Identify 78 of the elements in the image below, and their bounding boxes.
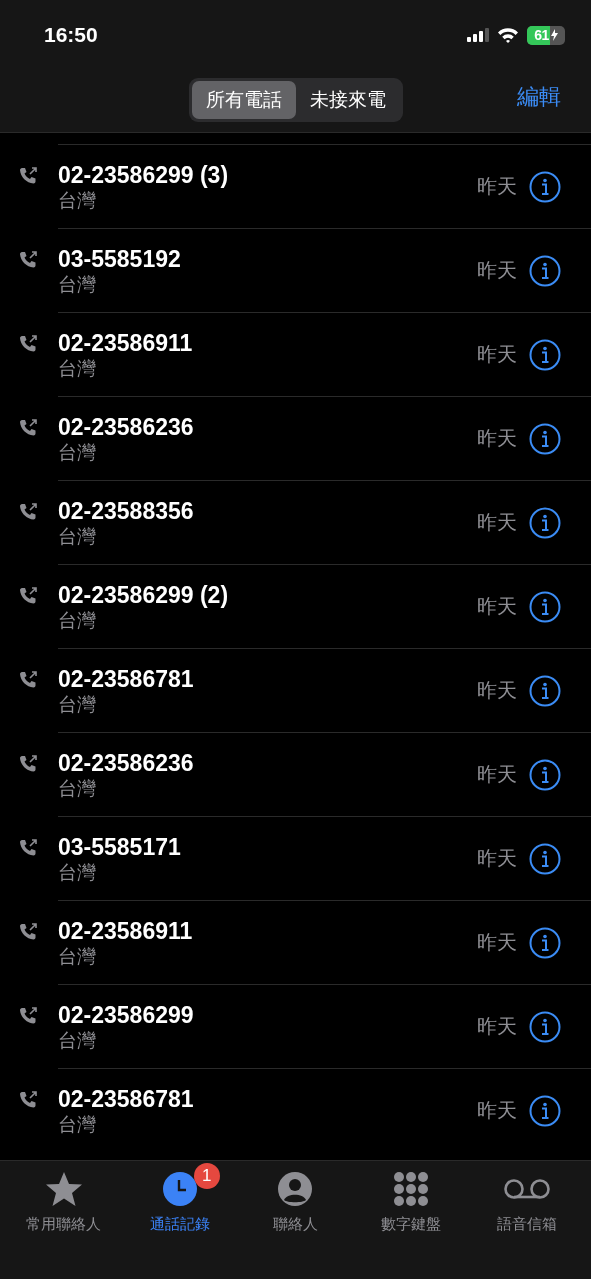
outgoing-call-icon: [18, 334, 38, 354]
outgoing-call-icon: [18, 502, 38, 522]
outgoing-call-icon: [18, 1006, 38, 1026]
call-date: 昨天: [477, 426, 517, 451]
tab-bar-item[interactable]: 聯絡人: [237, 1161, 354, 1241]
call-date: 昨天: [477, 1098, 517, 1123]
badge: 1: [193, 1163, 220, 1189]
call-date: 昨天: [477, 174, 517, 199]
tab-bar-item[interactable]: 數字鍵盤: [353, 1161, 470, 1241]
outgoing-call-icon: [18, 922, 38, 942]
tab-bar-item[interactable]: 常用聯絡人: [6, 1161, 122, 1241]
star-icon: [44, 1171, 83, 1207]
outgoing-call-icon: [18, 166, 38, 186]
call-location: 台灣: [58, 440, 97, 465]
call-location: 台灣: [58, 944, 97, 969]
outgoing-call-icon: [18, 586, 38, 606]
call-location: 台灣: [58, 776, 97, 801]
call-date: 昨天: [477, 510, 517, 535]
call-location: 台灣: [58, 356, 97, 381]
filter-tab[interactable]: 未接來電: [295, 81, 400, 119]
info-icon[interactable]: [529, 170, 561, 203]
call-location: 台灣: [58, 188, 97, 213]
filter-tab[interactable]: 所有電話: [191, 81, 296, 119]
call-date: 昨天: [477, 258, 517, 283]
info-icon[interactable]: [529, 254, 561, 287]
phone-number: 02-23586299 (2): [58, 580, 230, 609]
call-date: 昨天: [477, 846, 517, 871]
phone-number: 02-23586781: [58, 1084, 195, 1113]
call-location: 台灣: [58, 1112, 97, 1137]
call-location: 台灣: [58, 1028, 97, 1053]
info-icon[interactable]: [529, 674, 561, 707]
signal-icon: [467, 28, 489, 42]
outgoing-call-icon: [18, 838, 38, 858]
outgoing-call-icon: [18, 1090, 38, 1110]
battery-icon: 61: [527, 25, 565, 45]
info-icon[interactable]: [529, 422, 561, 455]
person-icon: [277, 1171, 314, 1207]
call-date: 昨天: [477, 930, 517, 955]
edit-button[interactable]: 編輯: [517, 82, 561, 112]
info-icon[interactable]: [529, 1010, 561, 1043]
phone-number: 03-5585192: [58, 244, 182, 273]
call-date: 昨天: [477, 342, 517, 367]
outgoing-call-icon: [18, 418, 38, 438]
phone-number: 02-23586299 (3): [58, 160, 230, 189]
clock-icon: [161, 1171, 198, 1207]
info-icon[interactable]: [529, 842, 561, 875]
info-icon[interactable]: [529, 1094, 561, 1127]
call-location: 台灣: [58, 608, 97, 633]
info-icon[interactable]: [529, 506, 561, 539]
call-date: 昨天: [477, 762, 517, 787]
phone-number: 02-23586299: [58, 1000, 195, 1029]
call-date: 昨天: [477, 1014, 517, 1039]
phone-number: 02-23586236: [58, 412, 195, 441]
info-icon[interactable]: [529, 926, 561, 959]
call-location: 台灣: [58, 860, 97, 885]
call-location: 台灣: [58, 272, 97, 297]
outgoing-call-icon: [18, 670, 38, 690]
tab-bar-item[interactable]: 語音信箱: [469, 1161, 585, 1241]
phone-number: 02-23586911: [58, 916, 194, 945]
info-icon[interactable]: [529, 590, 561, 623]
status-time: 16:50: [44, 23, 98, 47]
phone-number: 02-23586236: [58, 748, 195, 777]
phone-number: 02-23586911: [58, 328, 194, 357]
wifi-icon: [497, 27, 519, 43]
call-location: 台灣: [58, 692, 97, 717]
tab-bar-item[interactable]: 1 通話記錄: [121, 1161, 238, 1241]
phone-number: 03-5585171: [58, 832, 182, 861]
info-icon[interactable]: [529, 758, 561, 791]
call-date: 昨天: [477, 594, 517, 619]
phone-number: 02-23588356: [58, 496, 195, 525]
call-date: 昨天: [477, 678, 517, 703]
voicemail-icon: [502, 1177, 553, 1201]
phone-number: 02-23586781: [58, 664, 195, 693]
outgoing-call-icon: [18, 754, 38, 774]
info-icon[interactable]: [529, 338, 561, 371]
keypad-icon: [393, 1171, 430, 1207]
call-location: 台灣: [58, 524, 97, 549]
outgoing-call-icon: [18, 250, 38, 270]
